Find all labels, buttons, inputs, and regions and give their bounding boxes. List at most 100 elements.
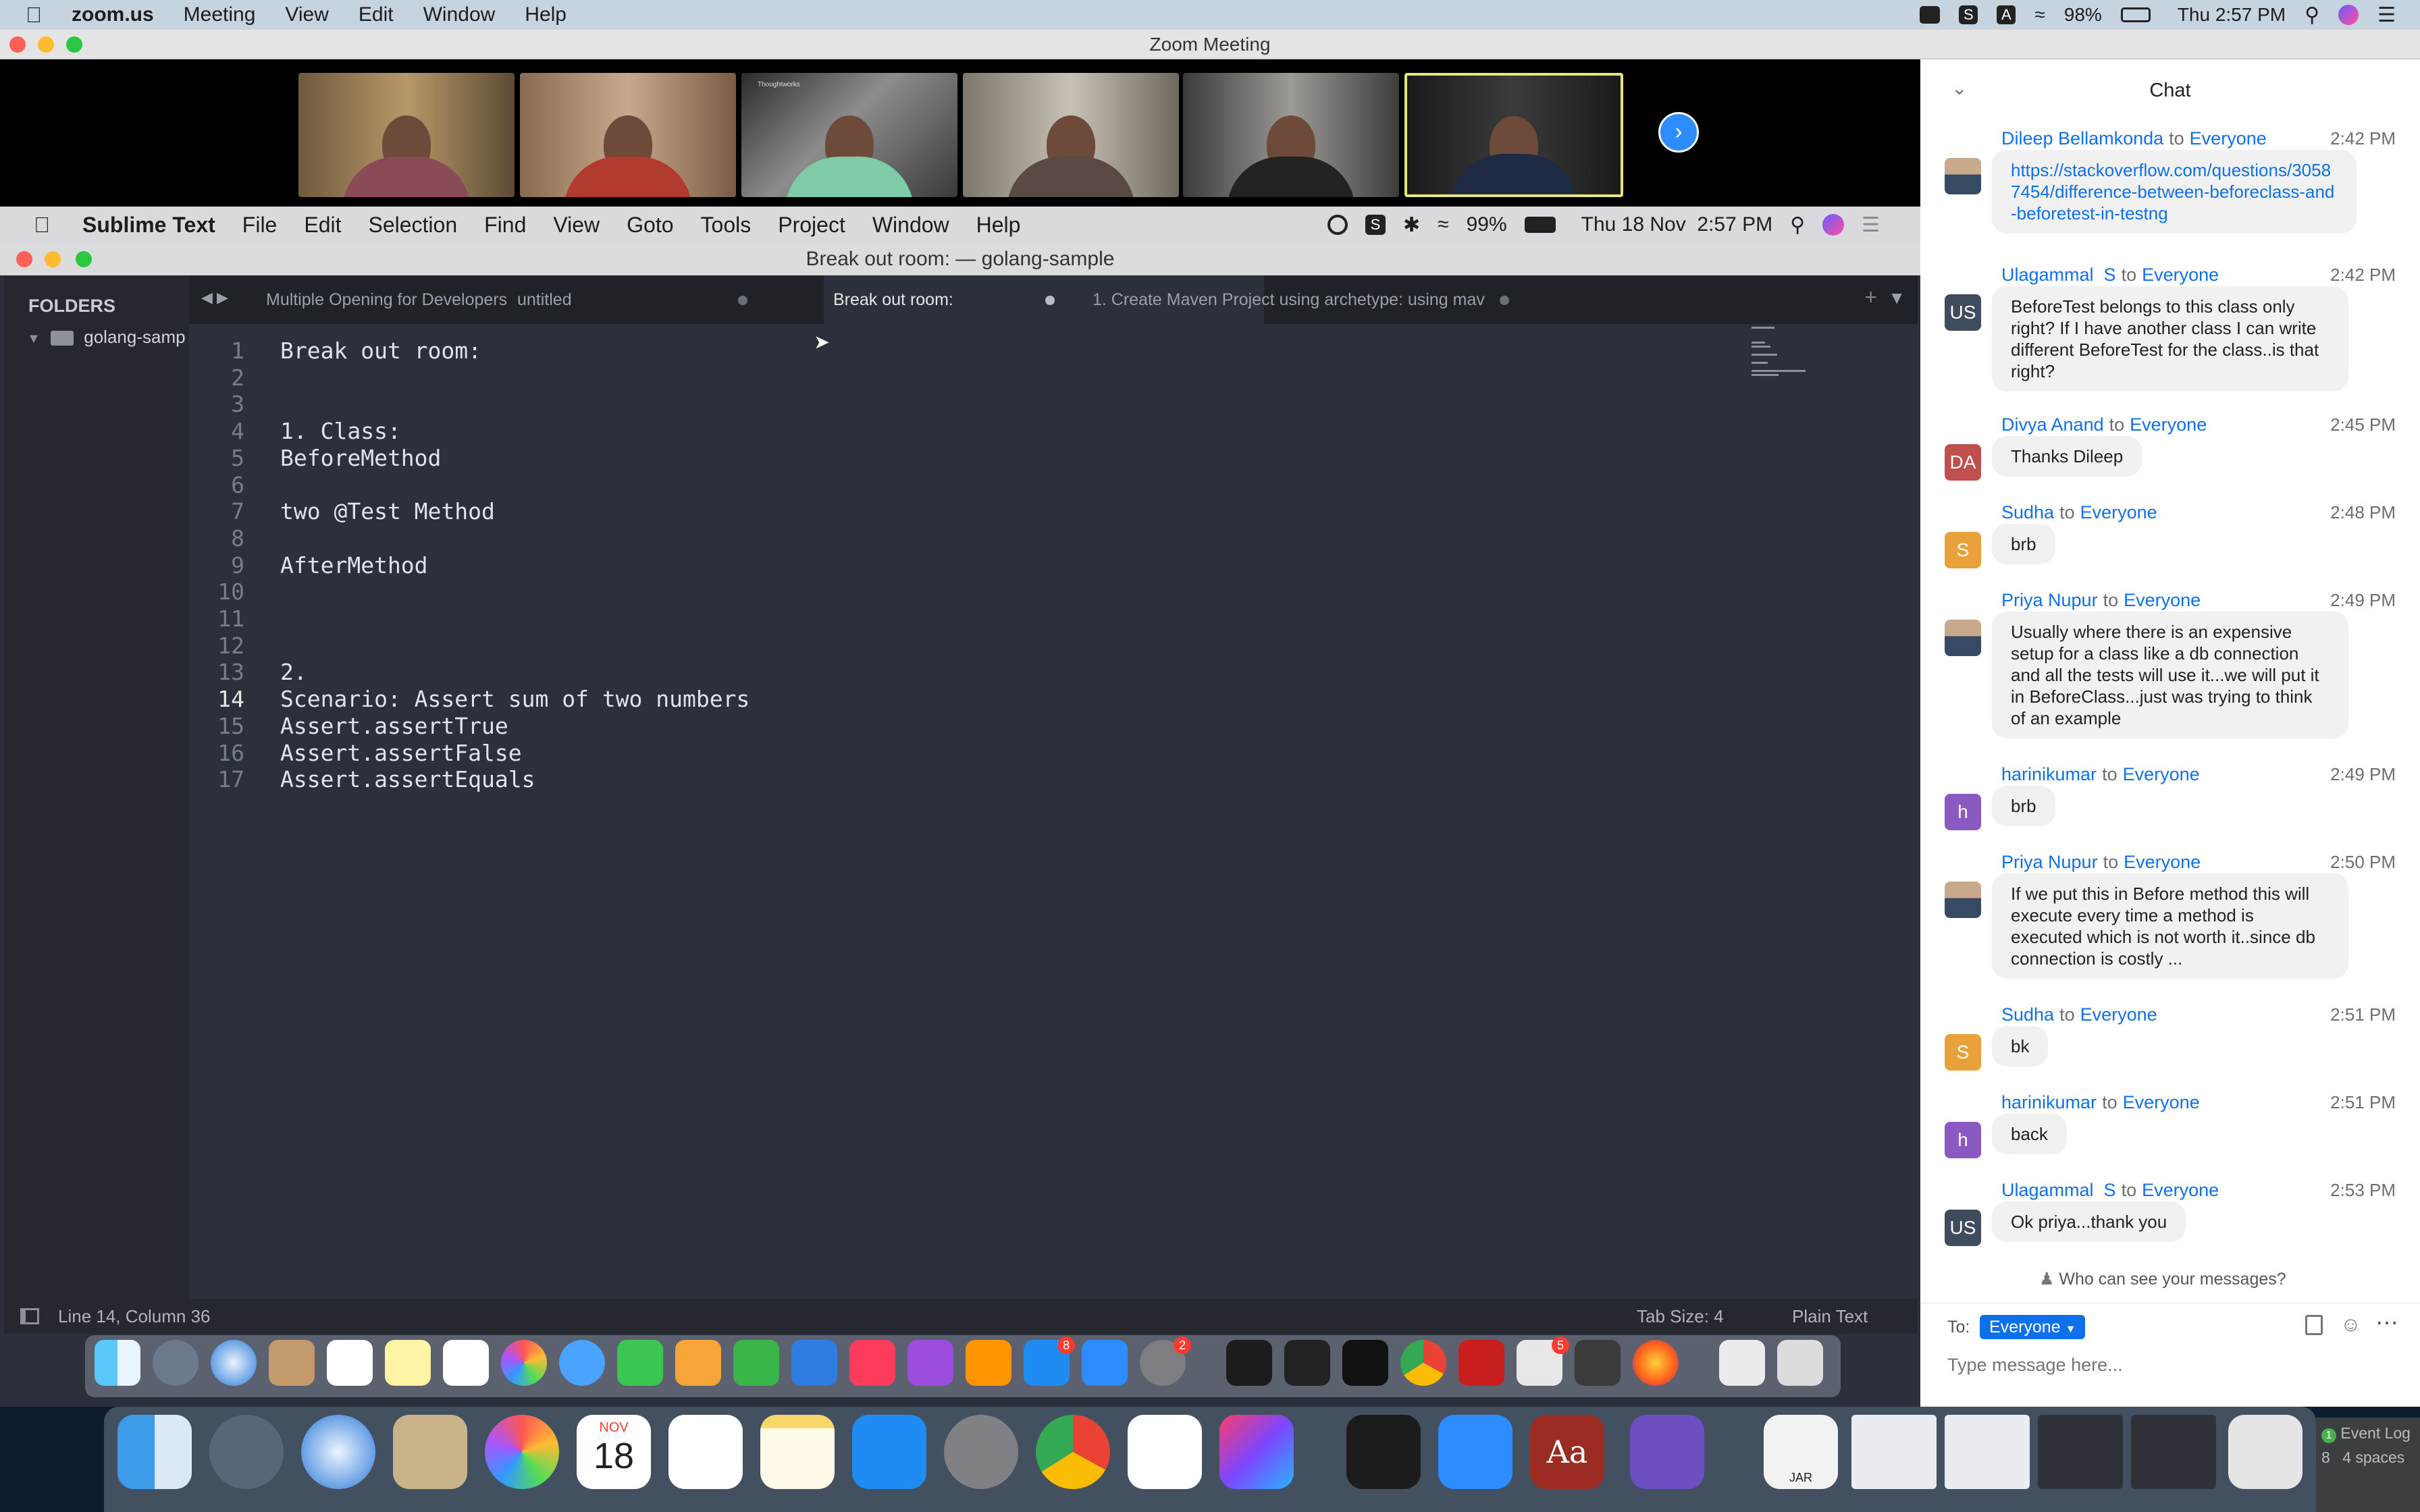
shared-dock-finder-icon[interactable]	[95, 1340, 140, 1386]
recipient-name[interactable]: Everyone	[2123, 1092, 2200, 1112]
menubar-item-edit[interactable]: Edit	[359, 3, 394, 26]
sender-name[interactable]: Ulagammal S	[2001, 1180, 2116, 1200]
recipient-dropdown[interactable]: Everyone ▼	[1980, 1315, 2086, 1339]
sender-name[interactable]: Sudha	[2001, 1004, 2054, 1025]
dock-trash-icon[interactable]	[2228, 1415, 2303, 1489]
close-window-button[interactable]	[9, 36, 26, 53]
shared-menu-tools[interactable]: Tools	[701, 213, 752, 238]
shared-dock-keynote-icon[interactable]	[791, 1340, 837, 1386]
sublime-zoom-button[interactable]	[76, 251, 92, 267]
disclosure-triangle-icon[interactable]: ▼	[27, 331, 41, 346]
dock-jar-file-icon[interactable]: JAR	[1764, 1415, 1838, 1489]
shared-onepassword-icon[interactable]	[1327, 215, 1348, 235]
dock-reminders-icon[interactable]	[668, 1415, 743, 1489]
dock-mail-stamp-icon[interactable]	[393, 1415, 467, 1489]
shared-dock-trash-icon[interactable]	[1777, 1340, 1823, 1386]
sender-avatar[interactable]: h	[1945, 794, 1981, 830]
shared-dock-podcasts-icon[interactable]	[908, 1340, 953, 1386]
menubar-item-help[interactable]: Help	[525, 3, 567, 26]
shared-dock-activity-monitor-icon[interactable]	[1226, 1340, 1272, 1386]
dock-terminal-icon[interactable]	[1346, 1415, 1421, 1489]
cursor-position[interactable]: Line 14, Column 36	[58, 1299, 210, 1334]
sender-avatar[interactable]: DA	[1945, 444, 1981, 481]
control-center-icon[interactable]: ☰	[2377, 3, 2396, 27]
sender-name[interactable]: Ulagammal S	[2001, 265, 2116, 285]
unsaved-dot-icon[interactable]	[1499, 296, 1509, 306]
shared-dock-photos-icon[interactable]	[501, 1340, 547, 1386]
shared-dock-music-icon[interactable]	[849, 1340, 895, 1386]
new-tab-icon[interactable]: +	[1864, 285, 1877, 310]
menubar-clock[interactable]: Thu 2:57 PM	[2178, 4, 2286, 26]
recipient-name[interactable]: Everyone	[2142, 1180, 2219, 1200]
tab-multiple-opening[interactable]: Multiple Opening for Developers	[257, 275, 508, 354]
dock-finder-icon[interactable]	[117, 1415, 192, 1489]
code-line[interactable]: Scenario: Assert sum of two numbers	[280, 686, 749, 712]
shared-dock-acrobat-icon[interactable]	[1458, 1340, 1504, 1386]
zoom-status-icon[interactable]	[1920, 6, 1941, 24]
dock-zoom-icon[interactable]	[1438, 1415, 1512, 1489]
participant-video-1[interactable]	[298, 73, 515, 197]
shared-menu-project[interactable]: Project	[778, 213, 845, 238]
chat-message-input[interactable]	[1947, 1350, 2393, 1380]
shared-dock-notes-icon[interactable]	[385, 1340, 431, 1386]
tab-nav-arrows-icon[interactable]: ◀ ▶	[201, 289, 228, 306]
shared-menu-selection[interactable]: Selection	[368, 213, 457, 238]
code-line[interactable]: AfterMethod	[280, 552, 428, 578]
dock-safari-icon[interactable]	[301, 1415, 375, 1489]
dock-intellij-icon[interactable]	[1219, 1415, 1294, 1489]
sender-name[interactable]: Priya Nupur	[2001, 852, 2098, 872]
tab-untitled[interactable]: untitled	[508, 275, 762, 324]
sender-avatar[interactable]: S	[1945, 1034, 1981, 1071]
shared-skype-icon[interactable]: S	[1365, 215, 1386, 235]
shared-dock-facetime-icon[interactable]	[617, 1340, 663, 1386]
code-line[interactable]: 2.	[280, 659, 307, 685]
dock-photos-icon[interactable]	[485, 1415, 559, 1489]
sender-avatar[interactable]: US	[1945, 1210, 1981, 1246]
recipient-name[interactable]: Everyone	[2190, 128, 2267, 148]
apple-icon[interactable]: 	[26, 3, 42, 28]
recipient-name[interactable]: Everyone	[2124, 852, 2201, 872]
skype-status-icon[interactable]: S	[1959, 5, 1978, 24]
sender-name[interactable]: harinikumar	[2001, 764, 2097, 784]
shared-menu-window[interactable]: Window	[872, 213, 949, 238]
shared-dock-pages-icon[interactable]	[675, 1340, 721, 1386]
tab-size-indicator[interactable]: Tab Size: 4	[1637, 1299, 1724, 1334]
recipient-name[interactable]: Everyone	[2123, 764, 2200, 784]
shared-dock-chrome-icon[interactable]	[1400, 1340, 1446, 1386]
shared-dock-calendar-icon[interactable]	[327, 1340, 373, 1386]
shared-bluetooth-icon[interactable]: ✱	[1403, 213, 1420, 237]
shared-menu-goto[interactable]: Goto	[627, 213, 673, 238]
sender-avatar[interactable]: US	[1945, 294, 1981, 331]
shared-menu-help[interactable]: Help	[976, 213, 1021, 238]
shared-control-center-icon[interactable]: ☰	[1862, 213, 1880, 237]
message-link[interactable]: https://stackoverflow.com/questions/3058…	[1992, 150, 2357, 234]
sender-avatar[interactable]: S	[1945, 532, 1981, 568]
shared-dock-file-icon[interactable]	[1719, 1340, 1765, 1386]
sender-name[interactable]: Sudha	[2001, 502, 2054, 522]
shared-dock-numbers-icon[interactable]	[733, 1340, 779, 1386]
shared-dock-reminders-icon[interactable]	[443, 1340, 489, 1386]
shared-battery-icon[interactable]	[1524, 217, 1556, 233]
menubar-item-meeting[interactable]: Meeting	[184, 3, 256, 26]
dock-appstore-icon[interactable]	[852, 1415, 926, 1489]
code-line[interactable]: Break out room:	[280, 338, 481, 364]
shared-menu-file[interactable]: File	[242, 213, 278, 238]
menubar-app-name[interactable]: zoom.us	[72, 3, 154, 26]
dock-notes-icon[interactable]	[760, 1415, 835, 1489]
shared-menu-view[interactable]: View	[553, 213, 600, 238]
sidebar-toggle-icon[interactable]	[20, 1308, 39, 1324]
participant-video-5[interactable]	[1183, 73, 1399, 197]
shared-battery-percent[interactable]: 99%	[1467, 213, 1507, 236]
shared-wifi-icon[interactable]: ≈	[1438, 213, 1448, 236]
code-line[interactable]: Assert.assertTrue	[280, 713, 508, 739]
dock-github-icon[interactable]	[1630, 1415, 1704, 1489]
code-editor[interactable]: 1 Break out room: 2 3 4 1. Class: 5 BeforeMetho…	[189, 324, 1918, 1299]
menubar-item-view[interactable]: View	[285, 3, 328, 26]
sender-avatar-photo[interactable]	[1945, 158, 1981, 194]
shared-dock-sublime-icon[interactable]	[1575, 1340, 1621, 1386]
participant-video-3[interactable]: Thoughtworks	[741, 73, 957, 197]
shared-clock[interactable]: Thu 18 Nov 2:57 PM	[1581, 213, 1772, 236]
code-line[interactable]: 1. Class:	[280, 418, 401, 444]
sender-name[interactable]: harinikumar	[2001, 1092, 2097, 1112]
sender-avatar-photo[interactable]	[1945, 620, 1981, 656]
